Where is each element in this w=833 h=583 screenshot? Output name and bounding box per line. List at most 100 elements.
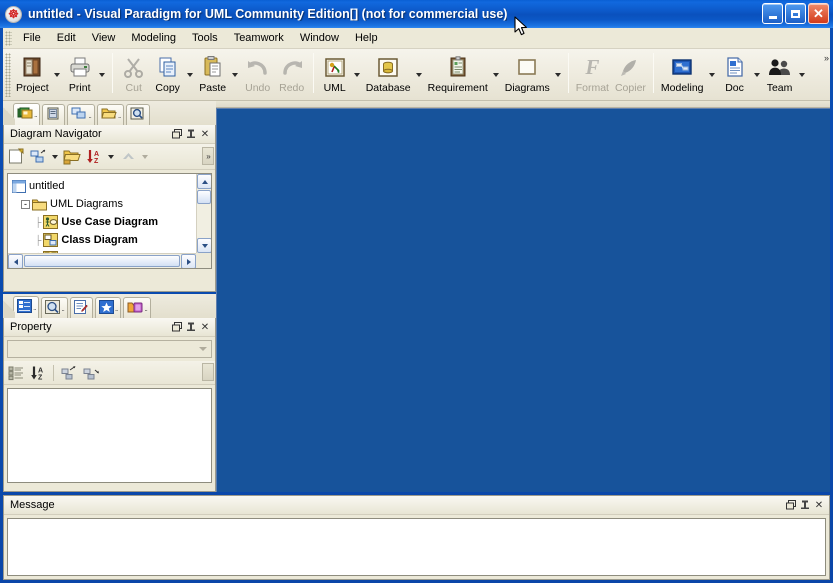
tree-scroll-left-button[interactable] [8,254,23,268]
layers-icon [127,300,143,317]
tree-scroll-thumb[interactable] [197,190,211,204]
toolbar-button-copy[interactable]: Copy [151,51,185,94]
property-target-combobox[interactable] [7,340,212,358]
new-diagram-icon[interactable] [6,147,26,167]
tree-item-use-case-diagram[interactable]: ├ Use Case Diagram [12,213,211,231]
tree-hscroll-thumb[interactable] [24,255,180,267]
toolbar-button-project[interactable]: Project [13,51,52,94]
toolbar-dropdown-uml[interactable] [352,51,363,95]
tab-layers[interactable]: .. [123,297,151,318]
toolbar-label-paste: Paste [199,82,227,94]
message-content-area[interactable] [7,518,826,576]
toolbar-dropdown-modeling[interactable] [707,51,718,95]
toolbar-dropdown-copy[interactable] [185,51,196,95]
minimize-button[interactable] [762,3,783,24]
tab-open-folder[interactable]: .. [96,104,125,125]
message-close-button[interactable]: ✕ [812,498,826,512]
svg-text:A: A [38,367,43,374]
toolbar-dropdown-team[interactable] [797,51,808,95]
diagram-tree-dropdown[interactable] [50,147,60,167]
tab-class-repository[interactable]: .. [67,104,95,125]
menu-grip-handle[interactable] [5,30,12,46]
toolbar-label-diagrams: Diagrams [504,82,550,94]
tab-documentation[interactable] [69,297,93,318]
tab-model-explorer[interactable] [42,104,66,125]
tree-expander[interactable]: - [21,199,30,209]
toolbar-dropdown-project[interactable] [52,51,63,95]
tree-scroll-down-button[interactable] [197,238,211,253]
toolbar-button-diagrams[interactable]: Diagrams [502,51,553,94]
diagram-tree[interactable]: untitled - UML Diagrams ├ Use Case Diagr… [7,173,212,269]
toolbar-dropdown-doc[interactable] [752,51,763,95]
property-pin-button[interactable] [184,320,198,334]
menu-item-teamwork[interactable]: Teamwork [226,29,292,47]
toolbar-dropdown-diagrams[interactable] [553,51,564,95]
property-close-button[interactable]: ✕ [198,320,212,334]
navigator-close-button[interactable]: ✕ [198,127,212,141]
tree-vertical-scrollbar[interactable] [196,174,211,253]
tree-label: untitled [29,180,65,192]
property-restore-button[interactable] [170,320,184,334]
navigator-pin-button[interactable] [184,127,198,141]
tab-property[interactable]: .. [13,296,40,318]
tab-overview[interactable]: .. [41,297,68,318]
sort-az-icon[interactable]: A Z [28,363,48,383]
tree-item-uml-diagrams[interactable]: - UML Diagrams [12,195,211,213]
scrollbar-corner [196,253,211,268]
chevron-down-icon[interactable] [195,341,211,357]
toolbar-button-uml[interactable]: UML [318,51,352,94]
tab-search[interactable] [126,104,151,125]
expand-tree-icon[interactable] [59,363,79,383]
toolbar-grip-handle[interactable] [5,53,11,97]
tree-horizontal-scrollbar[interactable] [8,253,196,268]
collapse-tree-icon[interactable] [81,363,101,383]
toolbar-overflow-button[interactable]: » [824,53,829,63]
menu-item-edit[interactable]: Edit [49,29,84,47]
paste-icon [201,53,225,81]
menu-item-modeling[interactable]: Modeling [123,29,184,47]
property-content-area[interactable] [7,388,212,483]
toolbar-button-modeling[interactable]: Modeling [658,51,707,94]
menu-item-file[interactable]: File [15,29,49,47]
toolbar-button-print[interactable]: Print [63,51,97,94]
open-folder-icon[interactable] [62,147,82,167]
toolbar-button-database[interactable]: Database [363,51,414,94]
property-list-icon [17,299,32,316]
tree-scroll-right-button[interactable] [181,254,196,268]
tab-diagram-navigator[interactable]: .. [13,103,41,125]
toolbar-button-team[interactable]: Team [763,51,797,94]
toolbar-dropdown-database[interactable] [414,51,425,95]
maximize-button[interactable] [785,3,806,24]
tree-item-class-diagram[interactable]: ├ Class Diagram [12,231,211,249]
toolbar-dropdown-paste[interactable] [230,51,241,95]
property-tab-strip: .. .. .. .. [3,294,216,318]
menu-item-window[interactable]: Window [292,29,347,47]
tab-favorite[interactable]: .. [94,297,122,318]
close-button[interactable]: ✕ [808,3,829,24]
toolbar-button-requirement[interactable]: Requirement [425,51,491,94]
toolbar-button-doc[interactable]: Doc [718,51,752,94]
message-restore-button[interactable] [784,498,798,512]
navigator-restore-button[interactable] [170,127,184,141]
show-properties-icon[interactable] [6,363,26,383]
navigator-tab-strip: .. .. .. [3,101,216,125]
property-overflow-button[interactable] [202,363,214,381]
menu-item-view[interactable]: View [84,29,124,47]
toolbar-button-paste[interactable]: Paste [196,51,230,94]
tree-scroll-up-button[interactable] [197,174,211,189]
menu-item-tools[interactable]: Tools [184,29,226,47]
navigator-overflow-button[interactable]: » [202,147,214,165]
menu-item-help[interactable]: Help [347,29,386,47]
message-pin-button[interactable] [798,498,812,512]
sort-az-icon[interactable]: A Z [84,147,104,167]
diagram-canvas[interactable] [216,108,830,492]
diagram-tree-icon[interactable] [28,147,48,167]
tree-item-untitled[interactable]: untitled [12,177,211,195]
tree-connector: ├ [35,235,42,245]
toolbar-separator-3 [567,53,569,93]
tab-dots: .. [61,303,65,313]
toolbar-dropdown-requirement[interactable] [491,51,502,95]
minimize-icon [768,15,777,19]
toolbar-dropdown-print[interactable] [97,51,108,95]
sort-dropdown[interactable] [106,147,116,167]
